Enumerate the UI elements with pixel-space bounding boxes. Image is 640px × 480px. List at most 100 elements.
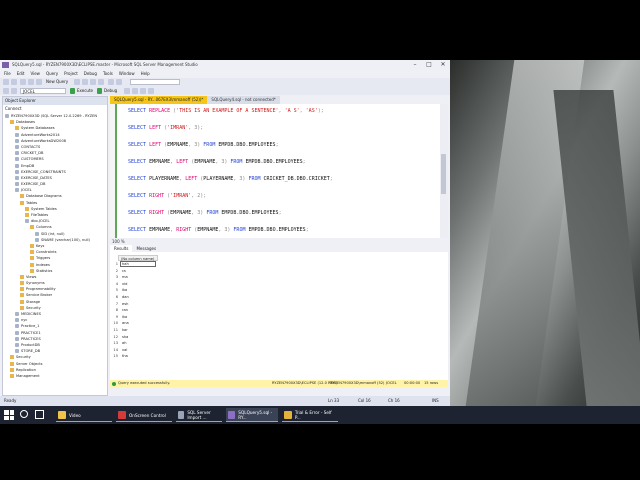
execute-icon[interactable] — [70, 88, 75, 94]
table-row[interactable]: 7 esh — [110, 301, 170, 307]
search-icon[interactable] — [20, 410, 28, 418]
menu-edit[interactable]: Edit — [17, 70, 25, 78]
cell-value[interactable]: ah — [122, 340, 158, 346]
maximize-button[interactable]: □ — [422, 60, 436, 70]
cell-value[interactable]: esh — [122, 301, 158, 307]
menu-view[interactable]: View — [30, 70, 40, 78]
cell-value[interactable]: ran — [122, 307, 158, 313]
cell-value[interactable]: val — [122, 347, 158, 353]
cell-value[interactable]: ma — [122, 274, 158, 280]
code-line: SELECT REPLACE ('THIS IS AN EXAMPLE OF A… — [128, 108, 324, 114]
cell-value[interactable]: ana — [122, 320, 158, 326]
table-row[interactable]: 15 tha — [110, 353, 170, 359]
cell-value[interactable]: tha — [122, 353, 158, 359]
menu-query[interactable]: Query — [46, 70, 58, 78]
taskbar-item[interactable]: Video — [56, 408, 112, 422]
cell-value[interactable]: ra — [122, 268, 158, 274]
scroll-thumb[interactable] — [441, 154, 446, 194]
menu-tools[interactable]: Tools — [103, 70, 113, 78]
debug-icon[interactable] — [97, 88, 102, 94]
table-row[interactable]: 3 ma — [110, 274, 170, 280]
editor-scrollbar[interactable] — [440, 104, 448, 238]
table-row[interactable]: 5 ika — [110, 287, 170, 293]
new-query-button[interactable]: New Query — [46, 78, 68, 86]
folder-icon — [20, 293, 24, 298]
menu-help[interactable]: Help — [141, 70, 150, 78]
cell-value[interactable]: vid — [122, 281, 158, 287]
table-row[interactable]: 11 kar — [110, 327, 170, 333]
menu-project[interactable]: Project — [64, 70, 78, 78]
table-row[interactable]: 14 val — [110, 347, 170, 353]
folder-icon — [10, 367, 14, 372]
row-number: 15 — [113, 354, 118, 359]
table-row[interactable]: 4 vid — [110, 281, 170, 287]
paste-icon[interactable] — [98, 79, 104, 85]
save-icon[interactable] — [36, 79, 42, 85]
zoom-level[interactable]: 100 % — [110, 238, 448, 245]
cell-value[interactable]: dan — [122, 294, 158, 300]
tab-sqlquery5[interactable]: SQLQuery5.sql - RY...067EX3\mmanoff (52)… — [110, 96, 208, 104]
task-view-icon[interactable] — [35, 410, 44, 419]
new-file-icon[interactable] — [20, 79, 26, 85]
table-row[interactable]: 9 ika — [110, 314, 170, 320]
copy-icon[interactable] — [90, 79, 96, 85]
table-row[interactable]: 10 ana — [110, 320, 170, 326]
table-row[interactable]: 13 ah — [110, 340, 170, 346]
forward-icon[interactable] — [11, 79, 17, 85]
connect-icon[interactable] — [3, 88, 9, 94]
table-row[interactable]: 12 sha — [110, 334, 170, 340]
cell-value[interactable]: ika — [122, 314, 158, 320]
taskbar-item[interactable]: SQL Server Import ... — [176, 408, 222, 422]
database-dropdown[interactable]: JOCEL — [20, 88, 66, 94]
tab-sqlquery4[interactable]: SQLQuery4.sql - not connected* — [207, 96, 280, 104]
minimize-button[interactable]: – — [408, 60, 422, 70]
query-editor[interactable]: SELECT REPLACE ('THIS IS AN EXAMPLE OF A… — [110, 104, 440, 238]
menu-bar: File Edit View Query Project Debug Tools… — [0, 70, 454, 78]
plan-icon[interactable] — [140, 88, 146, 94]
taskbar-item[interactable]: SQLQuery5.sql - RY... — [226, 408, 278, 422]
table-row[interactable]: 2 ra — [110, 268, 170, 274]
cell-value[interactable]: kar — [122, 327, 158, 333]
redo-icon[interactable] — [116, 79, 122, 85]
db-query-icon[interactable] — [74, 79, 80, 85]
menu-file[interactable]: File — [4, 70, 11, 78]
undo-icon[interactable] — [108, 79, 114, 85]
tab-messages[interactable]: Messages — [132, 245, 160, 252]
database-icon — [15, 318, 19, 323]
taskbar-item[interactable]: Trial & Error - Self P... — [282, 408, 338, 422]
open-icon[interactable] — [28, 79, 34, 85]
tab-results[interactable]: Results — [110, 245, 133, 252]
table-row[interactable]: 6 dan — [110, 294, 170, 300]
code-token: EMPDB.DBO.EMPLOYEES — [221, 210, 279, 216]
cell-value[interactable]: sha — [122, 334, 158, 340]
back-icon[interactable] — [3, 79, 9, 85]
taskbar-item-label: Video — [69, 412, 81, 418]
cancel-query-icon[interactable] — [124, 88, 130, 94]
tree-node-label: Views — [26, 274, 37, 279]
menu-debug[interactable]: Debug — [84, 70, 97, 78]
tree-node-label: Practice_1 — [21, 324, 40, 329]
cut-icon[interactable] — [82, 79, 88, 85]
tree-node[interactable]: Management — [3, 373, 107, 379]
solution-config-dropdown[interactable] — [130, 79, 180, 85]
table-row[interactable]: 8 ran — [110, 307, 170, 313]
parse-icon[interactable] — [132, 88, 138, 94]
menu-window[interactable]: Window — [119, 70, 135, 78]
database-icon — [15, 144, 19, 149]
server-name: RYZEN7900X3D\ECLIPSE (12.0 RTM) — [272, 381, 337, 385]
running-indicator — [282, 420, 338, 422]
cell-value[interactable]: ika — [122, 287, 158, 293]
connect-button[interactable]: Connect — [3, 105, 107, 113]
taskbar-item[interactable]: OnScreen Control — [116, 408, 172, 422]
close-button[interactable]: ✕ — [436, 60, 450, 70]
row-number: 11 — [113, 328, 118, 332]
tree-node-label: Triggers — [36, 256, 51, 261]
results-grid[interactable]: (No column name) 1 hah 2 ra 3 ma 4 vid 5 ika 6 dan 7… — [110, 252, 448, 380]
change-connection-icon[interactable] — [11, 88, 17, 94]
debug-button[interactable]: Debug — [104, 87, 117, 95]
cell-value[interactable]: hah — [120, 261, 156, 267]
windows-start-icon[interactable] — [4, 410, 14, 420]
table-row[interactable]: 1 hah — [110, 261, 170, 267]
execute-button[interactable]: Execute — [77, 87, 93, 95]
results-grid-icon[interactable] — [148, 88, 154, 94]
